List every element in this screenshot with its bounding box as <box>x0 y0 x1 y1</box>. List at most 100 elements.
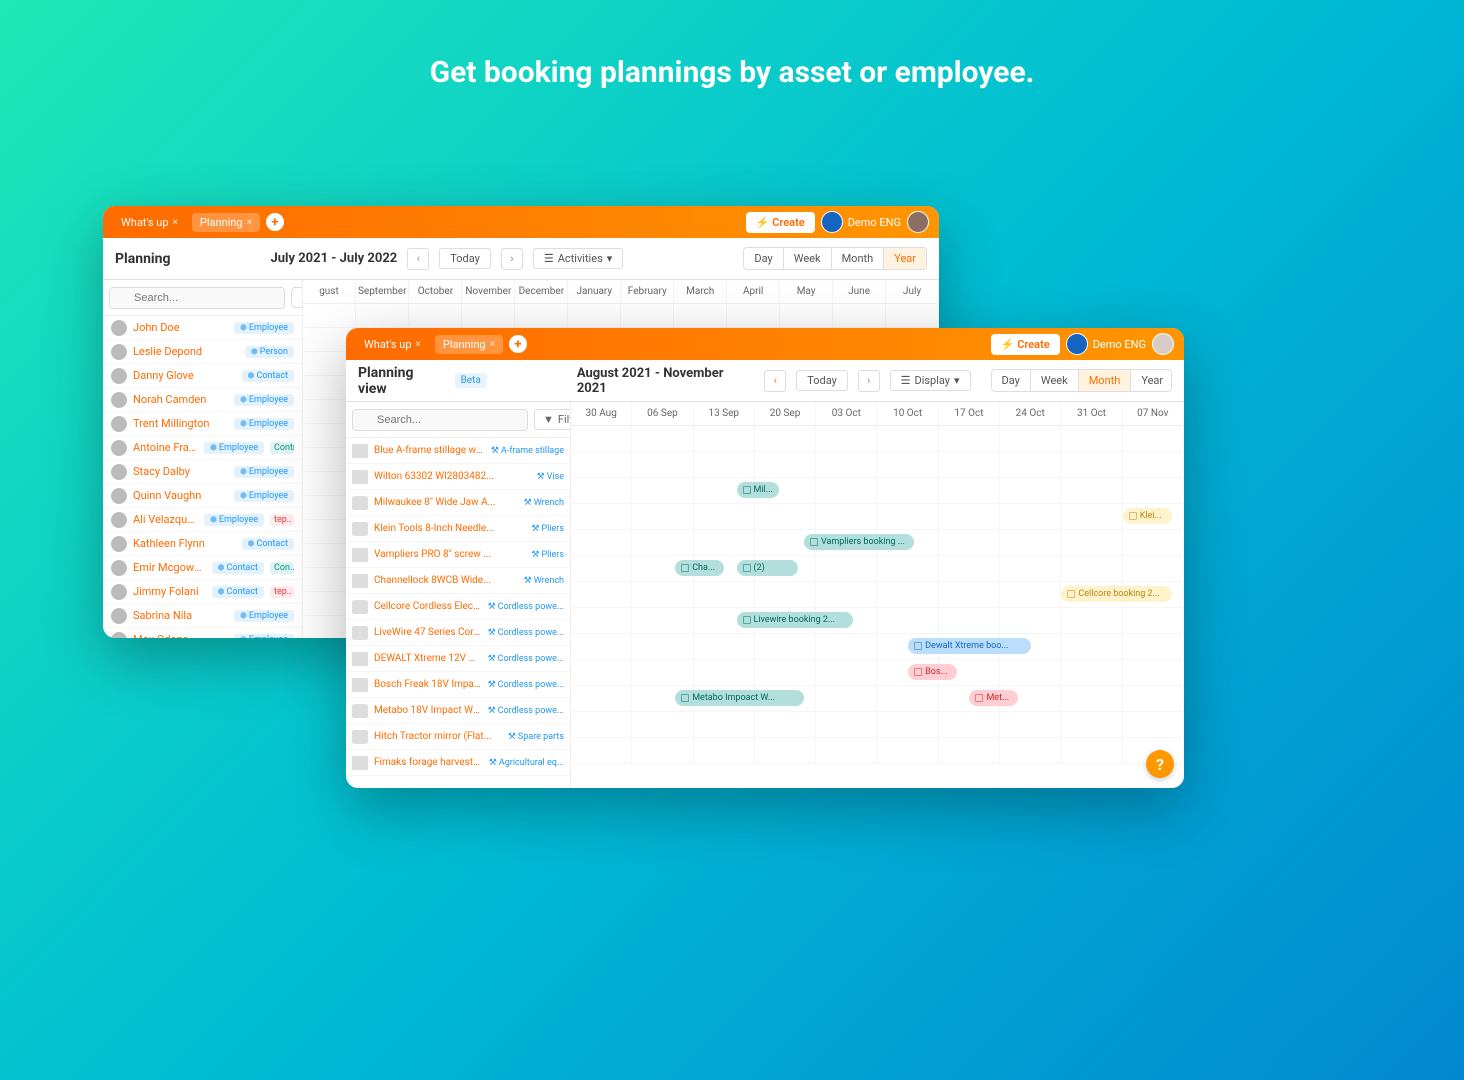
timeline-row <box>571 712 1184 738</box>
asset-row[interactable]: Channellock 8WCB Wide... ⚒Wrench <box>346 568 570 594</box>
booking-pill[interactable]: Met... <box>969 690 1018 706</box>
asset-row[interactable]: Wilton 63302 WI2803482... ⚒Vise <box>346 464 570 490</box>
org-chip[interactable]: Demo ENG <box>821 211 901 233</box>
next-button[interactable]: › <box>501 248 523 270</box>
seg-day[interactable]: Day <box>744 248 783 269</box>
add-tab-button[interactable]: + <box>509 335 527 353</box>
close-icon[interactable]: × <box>490 339 495 350</box>
asset-icon <box>352 600 368 614</box>
seg-year[interactable]: Year <box>884 248 926 269</box>
person-row[interactable]: John Doe Employee <box>103 316 302 340</box>
person-row[interactable]: Leslie Depond Person <box>103 340 302 364</box>
person-row[interactable]: Trent Millington Employee <box>103 412 302 436</box>
person-row[interactable]: Jimmy Folani Contacttep.. <box>103 580 302 604</box>
avatar-icon <box>111 560 127 576</box>
display-dropdown[interactable]: ☰Display▾ <box>890 370 971 391</box>
person-name: Sabrina Nila <box>133 609 228 622</box>
date-range: July 2021 - July 2022 <box>270 251 397 266</box>
person-row[interactable]: Norah Camden Employee <box>103 388 302 412</box>
booking-pill[interactable]: Livewire booking 2... <box>737 612 853 628</box>
seg-month[interactable]: Month <box>1079 370 1132 391</box>
create-button[interactable]: ⚡Create <box>991 334 1060 355</box>
asset-row[interactable]: Klein Tools 8-Inch Needle... ⚒Pliers <box>346 516 570 542</box>
booking-pill[interactable]: Vampliers booking ... <box>804 534 914 550</box>
person-row[interactable]: Emir Mcgowan ContactCon.. <box>103 556 302 580</box>
asset-row[interactable]: Hitch Tractor mirror (Flat... ⚒Spare par… <box>346 724 570 750</box>
timeline-row <box>571 452 1184 478</box>
asset-row[interactable]: Vampliers PRO 8" screw ... ⚒Pliers <box>346 542 570 568</box>
help-button[interactable]: ? <box>1146 750 1174 778</box>
booking-pill[interactable]: Klei... <box>1123 508 1172 524</box>
booking-pill[interactable]: Cellcore booking 2... <box>1061 586 1171 602</box>
timeline[interactable]: 30 Aug06 Sep13 Sep20 Sep03 Oct10 Oct17 O… <box>571 402 1184 788</box>
resources-filter[interactable]: ▼Resources▾1 <box>291 287 303 308</box>
asset-name: Klein Tools 8-Inch Needle... <box>374 523 525 534</box>
prev-button[interactable]: ‹ <box>407 248 429 270</box>
person-row[interactable]: Danny Glove Contact <box>103 364 302 388</box>
booking-pill[interactable]: Cha... <box>675 560 724 576</box>
create-button[interactable]: ⚡Create <box>746 212 815 233</box>
asset-row[interactable]: LiveWire 47 Series Cordle... ⚒Cordless p… <box>346 620 570 646</box>
role-tag: Employee <box>234 490 294 502</box>
activities-dropdown[interactable]: ☰Activities▾ <box>533 248 623 269</box>
seg-month[interactable]: Month <box>832 248 885 269</box>
today-button[interactable]: Today <box>796 370 848 391</box>
close-icon[interactable]: × <box>173 217 178 228</box>
close-icon[interactable]: × <box>247 217 252 228</box>
org-chip[interactable]: Demo ENG <box>1066 333 1146 355</box>
asset-row[interactable]: Fimaks forage harvester ... ⚒Agricultura… <box>346 750 570 776</box>
search-input[interactable] <box>109 287 285 309</box>
view-segment: Day Week Month Year <box>743 247 927 270</box>
asset-row[interactable]: Blue A-frame stillage wit... ⚒A-frame st… <box>346 438 570 464</box>
asset-row[interactable]: Metabo 18V Impact Wren... ⚒Cordless powe… <box>346 698 570 724</box>
today-button[interactable]: Today <box>439 248 491 269</box>
column-header: 30 Aug06 Sep13 Sep20 Sep03 Oct10 Oct17 O… <box>571 402 1184 426</box>
seg-year[interactable]: Year <box>1131 370 1172 391</box>
chevron-down-icon: ▾ <box>954 374 960 387</box>
booking-pill[interactable]: Mil... <box>737 482 780 498</box>
person-row[interactable]: Sabrina Nila Employee <box>103 604 302 628</box>
tab-planning[interactable]: Planning× <box>435 335 503 354</box>
asset-name: Fimaks forage harvester ... <box>374 757 483 768</box>
person-name: Ali Velazquez <box>133 513 198 526</box>
person-row[interactable]: Antoine Frank EmployeeContr <box>103 436 302 460</box>
asset-row[interactable]: DEWALT Xtreme 12V MA... ⚒Cordless powe..… <box>346 646 570 672</box>
asset-row[interactable]: Bosch Freak 18V Impact ... ⚒Cordless pow… <box>346 672 570 698</box>
seg-week[interactable]: Week <box>784 248 832 269</box>
column-label: 30 Aug <box>571 402 632 425</box>
user-avatar[interactable] <box>907 211 929 233</box>
booking-pill[interactable]: (2) <box>737 560 798 576</box>
column-label: 13 Sep <box>694 402 755 425</box>
tab-whatsup[interactable]: What's up× <box>113 213 186 232</box>
column-label: 07 Nov <box>1123 402 1184 425</box>
list-icon: ☰ <box>544 252 554 265</box>
booking-pill[interactable]: Bos... <box>908 664 957 680</box>
person-row[interactable]: Ali Velazquez Employeetep.. <box>103 508 302 532</box>
next-button[interactable]: › <box>858 370 880 392</box>
prev-button[interactable]: ‹ <box>764 370 786 392</box>
search-input[interactable] <box>352 409 528 431</box>
booking-pill[interactable]: Metabo Impoact W... <box>675 690 804 706</box>
role-tag: Contact <box>212 586 264 598</box>
booking-pill[interactable]: Dewalt Xtreme boo... <box>908 638 1031 654</box>
person-row[interactable]: Stacy Dalby Employee <box>103 460 302 484</box>
asset-row[interactable]: Cellcore Cordless Electric... ⚒Cordless … <box>346 594 570 620</box>
close-icon[interactable]: × <box>416 339 421 350</box>
asset-category: ⚒Vise <box>537 472 564 482</box>
seg-week[interactable]: Week <box>1031 370 1079 391</box>
filters-button[interactable]: ▼Filters▾2 <box>534 409 571 430</box>
person-row[interactable]: Kathleen Flynn Contact <box>103 532 302 556</box>
tab-whatsup[interactable]: What's up× <box>356 335 429 354</box>
asset-name: Hitch Tractor mirror (Flat... <box>374 731 502 742</box>
timeline-row: Dewalt Xtreme boo... <box>571 634 1184 660</box>
asset-category: ⚒Pliers <box>531 550 564 560</box>
tab-planning[interactable]: Planning× <box>192 213 260 232</box>
user-avatar[interactable] <box>1152 333 1174 355</box>
seg-day[interactable]: Day <box>992 370 1031 391</box>
person-row[interactable]: Quinn Vaughn Employee <box>103 484 302 508</box>
person-row[interactable]: Max Odana Employee <box>103 628 302 638</box>
asset-row[interactable]: Milwaukee 8" Wide Jaw A... ⚒Wrench <box>346 490 570 516</box>
add-tab-button[interactable]: + <box>266 213 284 231</box>
role-tag: Person <box>245 346 294 358</box>
asset-icon <box>352 496 368 510</box>
